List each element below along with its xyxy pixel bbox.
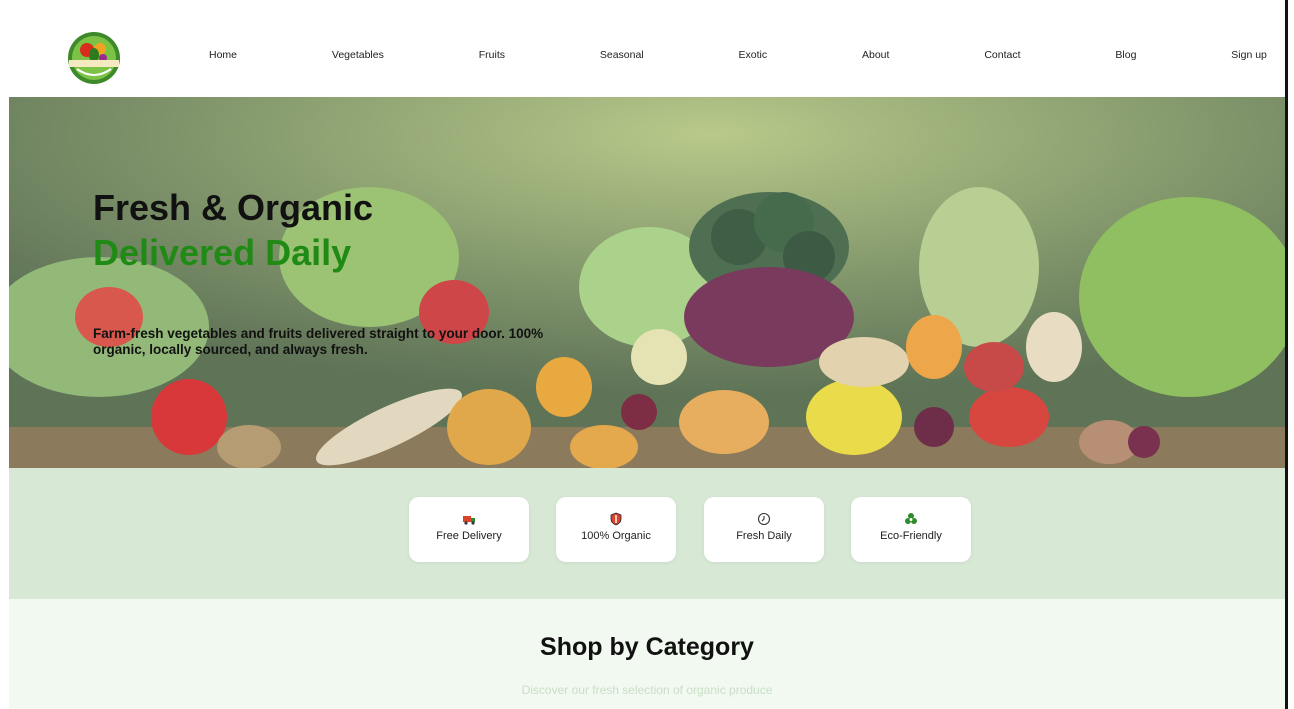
fresh-mart-logo[interactable] — [67, 31, 121, 85]
nav-vegetables[interactable]: Vegetables — [332, 49, 384, 61]
shield-icon — [610, 512, 622, 526]
feature-label: Free Delivery — [436, 530, 502, 542]
feature-label: 100% Organic — [581, 530, 651, 542]
hero-description: Farm-fresh vegetables and fruits deliver… — [93, 326, 544, 357]
clock-icon — [757, 512, 771, 526]
nav-fruits[interactable]: Fruits — [479, 49, 505, 61]
category-heading: Shop by Category — [540, 633, 754, 661]
nav-home[interactable]: Home — [209, 49, 237, 61]
hero-subtitle: Delivered Daily — [93, 232, 352, 273]
feature-organic[interactable]: 100% Organic — [556, 497, 676, 562]
category-section: Shop by Category Discover our fresh sele… — [9, 599, 1285, 709]
hero-title: Fresh & Organic — [93, 187, 374, 228]
features-section: Free Delivery 100% Organic Fresh Daily E… — [9, 468, 1285, 599]
hero-vegetables-image — [9, 97, 1285, 468]
nav-sign-up[interactable]: Sign up — [1231, 49, 1267, 61]
nav-contact[interactable]: Contact — [984, 49, 1020, 61]
window-scrollbar-edge — [1285, 0, 1294, 709]
feature-eco-friendly[interactable]: Eco-Friendly — [851, 497, 971, 562]
nav-seasonal[interactable]: Seasonal — [600, 49, 644, 61]
feature-free-delivery[interactable]: Free Delivery — [409, 497, 529, 562]
navbar: Home Vegetables Fruits Seasonal Exotic A… — [9, 12, 1285, 98]
hero-section: Fresh & Organic Delivered Daily Farm-fre… — [9, 97, 1285, 468]
window-top-strip — [0, 0, 1294, 12]
feature-label: Eco-Friendly — [880, 530, 942, 542]
nav-exotic[interactable]: Exotic — [739, 49, 768, 61]
feature-fresh-daily[interactable]: Fresh Daily — [704, 497, 824, 562]
nav-menu: Home Vegetables Fruits Seasonal Exotic A… — [209, 12, 1267, 97]
truck-icon — [463, 516, 475, 525]
feature-label: Fresh Daily — [736, 530, 792, 542]
category-subtitle: Discover our fresh selection of organic … — [521, 683, 773, 697]
page: Home Vegetables Fruits Seasonal Exotic A… — [9, 12, 1285, 709]
nav-blog[interactable]: Blog — [1115, 49, 1136, 61]
nav-about[interactable]: About — [862, 49, 889, 61]
recycle-icon — [905, 513, 917, 524]
